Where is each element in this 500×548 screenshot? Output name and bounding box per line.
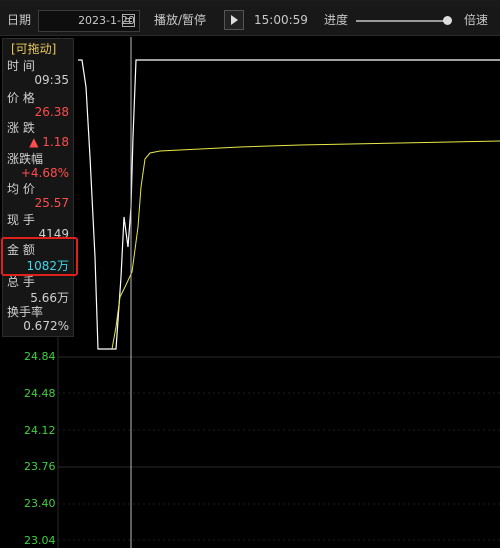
volume-field-label: 现 手 bbox=[7, 213, 35, 227]
turnover-field-label: 换手率 bbox=[7, 305, 44, 319]
y-tick-label: 23.04 bbox=[24, 534, 56, 547]
y-tick-label: 24.12 bbox=[24, 424, 56, 437]
play-icon bbox=[231, 15, 238, 25]
info-panel[interactable]: [可拖动] 时 间 09:35 价 格 26.38 涨 跌 ▲ 1.18 涨跌幅… bbox=[2, 38, 74, 337]
progress-label: 进度 bbox=[324, 13, 349, 27]
amount-highlight-box bbox=[1, 237, 78, 276]
play-pause-label: 播放/暂停 bbox=[154, 13, 207, 27]
progress-slider-thumb[interactable] bbox=[443, 16, 452, 25]
progress-slider[interactable] bbox=[356, 20, 450, 22]
y-tick-label: 23.76 bbox=[24, 460, 56, 473]
date-label: 日期 bbox=[7, 13, 32, 27]
y-tick-label: 23.40 bbox=[24, 497, 56, 510]
replay-toolbar: 日期 2023-1-20 播放/暂停 15:00:59 进度 倍速 bbox=[0, 6, 500, 36]
change-field-label: 涨 跌 bbox=[7, 121, 35, 135]
time-field-value: 09:35 bbox=[34, 73, 69, 87]
calendar-icon[interactable] bbox=[122, 14, 135, 27]
change-pct-field-label: 涨跌幅 bbox=[7, 152, 44, 166]
time-display: 15:00:59 bbox=[254, 13, 308, 27]
intraday-chart[interactable] bbox=[0, 37, 500, 548]
play-button[interactable] bbox=[224, 10, 244, 30]
avg-price-field-label: 均 价 bbox=[7, 182, 35, 196]
avg-price-field-value: 25.57 bbox=[34, 196, 69, 210]
turnover-field-value: 0.672% bbox=[23, 319, 69, 333]
speed-label[interactable]: 倍速 bbox=[464, 6, 488, 35]
price-field-label: 价 格 bbox=[7, 91, 35, 105]
panel-title[interactable]: [可拖动] bbox=[11, 40, 56, 57]
price-line bbox=[78, 59, 500, 350]
y-tick-label: 24.48 bbox=[24, 387, 56, 400]
price-field-value: 26.38 bbox=[34, 105, 69, 119]
time-field-label: 时 间 bbox=[7, 59, 35, 73]
date-picker[interactable]: 2023-1-20 bbox=[38, 10, 140, 32]
change-field-value: ▲ 1.18 bbox=[29, 135, 69, 149]
y-tick-label: 24.84 bbox=[24, 350, 56, 363]
change-pct-field-value: +4.68% bbox=[20, 166, 69, 180]
grid bbox=[57, 37, 500, 548]
avg-price-line bbox=[111, 140, 500, 350]
